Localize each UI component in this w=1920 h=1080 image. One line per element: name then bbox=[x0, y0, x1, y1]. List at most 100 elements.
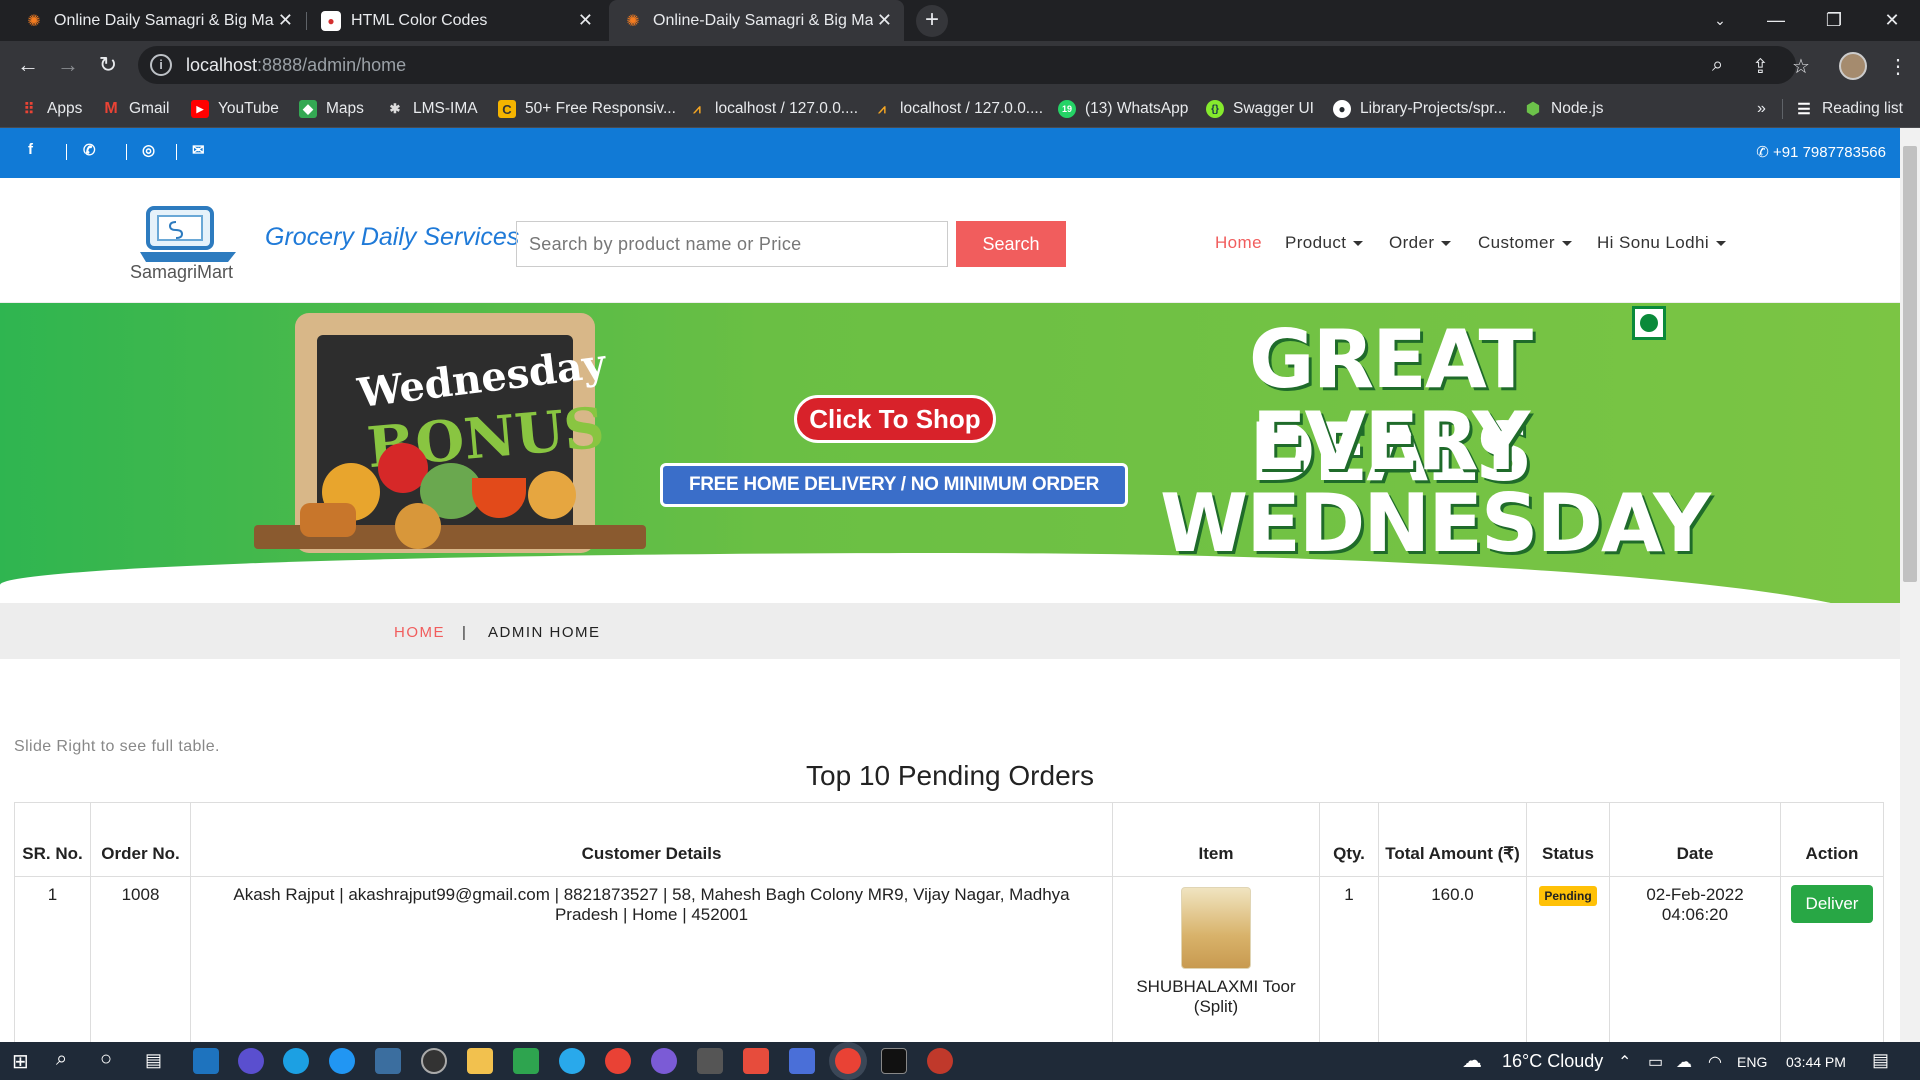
product-image bbox=[1181, 887, 1251, 969]
close-window-icon[interactable]: ✕ bbox=[1864, 0, 1920, 41]
search-input[interactable]: Search by product name or Price bbox=[516, 221, 948, 267]
settings-icon[interactable] bbox=[697, 1048, 723, 1074]
apps-grid-icon: ⠿ bbox=[23, 101, 35, 118]
deliver-button[interactable]: Deliver bbox=[1790, 885, 1874, 923]
app-icon[interactable] bbox=[329, 1048, 355, 1074]
instagram-icon[interactable]: ◎ bbox=[142, 141, 155, 159]
bookmark-maps[interactable]: ◆ Maps bbox=[299, 90, 364, 128]
address-bar[interactable]: i localhost:8888/admin/home bbox=[138, 46, 1796, 84]
phone-icon: ✆ bbox=[1756, 144, 1769, 161]
close-tab-icon[interactable]: ✕ bbox=[578, 10, 593, 31]
bookmark-youtube[interactable]: ▶ YouTube bbox=[191, 90, 279, 128]
bookmark-divider bbox=[1782, 99, 1783, 119]
dell-icon[interactable] bbox=[421, 1048, 447, 1074]
share-icon[interactable]: ⇪ bbox=[1752, 54, 1769, 79]
url-host: localhost bbox=[186, 54, 258, 75]
nav-product[interactable]: Product bbox=[1285, 233, 1364, 253]
minimize-window-icon[interactable]: — bbox=[1748, 0, 1804, 41]
app-icon[interactable] bbox=[651, 1048, 677, 1074]
table-title: Top 10 Pending Orders bbox=[806, 760, 1094, 791]
telegram-icon[interactable] bbox=[559, 1048, 585, 1074]
bookmark-star-icon[interactable]: ☆ bbox=[1792, 54, 1810, 79]
cell-order-no: 1008 bbox=[90, 876, 191, 1042]
weather-text[interactable]: 16°C Cloudy bbox=[1502, 1051, 1603, 1072]
close-tab-icon[interactable]: ✕ bbox=[877, 10, 892, 31]
browser-tab-3-active[interactable]: ✺ Online-Daily Samagri & Big Mark ✕ bbox=[609, 0, 904, 41]
language-indicator[interactable]: ENG bbox=[1737, 1054, 1767, 1070]
network-icon[interactable]: ☁ bbox=[1676, 1052, 1692, 1072]
mail-app-icon[interactable] bbox=[193, 1048, 219, 1074]
close-tab-icon[interactable]: ✕ bbox=[278, 10, 293, 31]
site-info-icon[interactable]: i bbox=[150, 54, 172, 76]
notifications-icon[interactable]: ▤ bbox=[1872, 1050, 1889, 1071]
bookmark-localhost-1[interactable]: ⩘ localhost / 127.0.0.... bbox=[688, 90, 858, 128]
app-icon[interactable] bbox=[789, 1048, 815, 1074]
reading-list-label: Reading list bbox=[1822, 100, 1903, 117]
windows-start-icon[interactable]: ⊞ bbox=[12, 1049, 29, 1074]
breadcrumb-home[interactable]: HOME bbox=[394, 624, 445, 641]
click-to-shop-button[interactable]: Click To Shop bbox=[794, 395, 996, 443]
cortana-icon[interactable]: ○ bbox=[100, 1048, 112, 1071]
reading-list-button[interactable]: ☰ Reading list bbox=[1795, 90, 1903, 128]
edge-icon[interactable] bbox=[283, 1048, 309, 1074]
bookmark-github[interactable]: ● Library-Projects/spr... bbox=[1333, 90, 1506, 128]
app-icon[interactable] bbox=[375, 1048, 401, 1074]
github-icon: ● bbox=[1333, 100, 1351, 118]
logo-text: SamagriMart bbox=[130, 262, 234, 282]
email-icon[interactable]: ✉ bbox=[192, 141, 205, 159]
gmail-icon: M bbox=[104, 100, 118, 117]
clock[interactable]: 03:44 PM bbox=[1786, 1054, 1846, 1070]
wifi-icon[interactable]: ◠ bbox=[1708, 1052, 1722, 1072]
app-icon[interactable] bbox=[743, 1048, 769, 1074]
food-biscuit bbox=[528, 471, 576, 519]
phone-number[interactable]: ✆ +91 7987783566 bbox=[1756, 143, 1886, 161]
tab-search-icon[interactable]: ⌄ bbox=[1692, 0, 1748, 41]
search-icon[interactable]: ⌕ bbox=[56, 1048, 67, 1071]
bookmark-localhost-2[interactable]: ⩘ localhost / 127.0.0.... bbox=[873, 90, 1043, 128]
column-header-action: Action bbox=[1780, 802, 1884, 877]
bookmark-free-responsive[interactable]: C 50+ Free Responsiv... bbox=[498, 90, 676, 128]
asterisk-favicon-icon: ✺ bbox=[626, 12, 640, 30]
forward-arrow-icon[interactable]: → bbox=[52, 49, 84, 81]
browser-tab-1[interactable]: ✺ Online Daily Samagri & Big Mark ✕ bbox=[10, 0, 305, 41]
restore-window-icon[interactable]: ❐ bbox=[1806, 0, 1862, 41]
app-icon[interactable] bbox=[513, 1048, 539, 1074]
zoom-icon[interactable]: ⌕ bbox=[1712, 54, 1723, 77]
bookmark-swagger[interactable]: {} Swagger UI bbox=[1206, 90, 1314, 128]
cell-qty: 1 bbox=[1319, 876, 1379, 1042]
file-explorer-icon[interactable] bbox=[467, 1048, 493, 1074]
bookmark-whatsapp[interactable]: 19 (13) WhatsApp bbox=[1058, 90, 1188, 128]
youtube-icon: ▶ bbox=[191, 100, 209, 118]
more-bookmarks-button[interactable]: » bbox=[1757, 90, 1766, 128]
bookmark-gmail[interactable]: M Gmail bbox=[102, 90, 169, 128]
browser-tab-2[interactable]: ● HTML Color Codes ✕ bbox=[307, 0, 605, 41]
bookmark-nodejs[interactable]: ⬢ Node.js bbox=[1524, 90, 1604, 128]
bookmarks-bar: ⠿ Apps M Gmail ▶ YouTube ◆ Maps ✱ LMS-IMA C 50… bbox=[0, 90, 1920, 128]
reading-list-icon: ☰ bbox=[1797, 101, 1811, 118]
terminal-icon[interactable] bbox=[881, 1048, 907, 1074]
bookmark-label: YouTube bbox=[218, 100, 279, 117]
reload-icon[interactable]: ↻ bbox=[92, 49, 124, 81]
back-arrow-icon[interactable]: ← bbox=[12, 49, 44, 81]
chrome-active-icon[interactable] bbox=[835, 1048, 861, 1074]
facebook-icon[interactable]: f bbox=[28, 141, 33, 158]
task-view-icon[interactable]: ▤ bbox=[145, 1050, 162, 1071]
promo-banner[interactable]: Wednesday BONUS Click To Shop FREE HOME … bbox=[0, 303, 1900, 603]
meet-icon[interactable]: ▭ bbox=[1648, 1052, 1663, 1072]
app-icon[interactable] bbox=[927, 1048, 953, 1074]
chevron-up-icon[interactable]: ⌃ bbox=[1618, 1052, 1631, 1072]
chrome-icon[interactable] bbox=[605, 1048, 631, 1074]
new-tab-button[interactable]: + bbox=[916, 5, 948, 37]
bookmark-lms[interactable]: ✱ LMS-IMA bbox=[386, 90, 478, 128]
search-button[interactable]: Search bbox=[956, 221, 1066, 267]
bookmark-apps[interactable]: ⠿ Apps bbox=[20, 90, 83, 128]
nav-order[interactable]: Order bbox=[1389, 233, 1452, 253]
scrollbar-thumb[interactable] bbox=[1903, 146, 1917, 582]
nav-user-menu[interactable]: Hi Sonu Lodhi bbox=[1597, 233, 1726, 253]
nav-customer[interactable]: Customer bbox=[1478, 233, 1572, 253]
app-icon[interactable] bbox=[238, 1048, 264, 1074]
nav-home[interactable]: Home bbox=[1215, 233, 1262, 253]
profile-avatar[interactable] bbox=[1839, 52, 1867, 80]
whatsapp-icon[interactable]: ✆ bbox=[83, 141, 96, 159]
kebab-menu-icon[interactable]: ⋮ bbox=[1888, 54, 1908, 79]
